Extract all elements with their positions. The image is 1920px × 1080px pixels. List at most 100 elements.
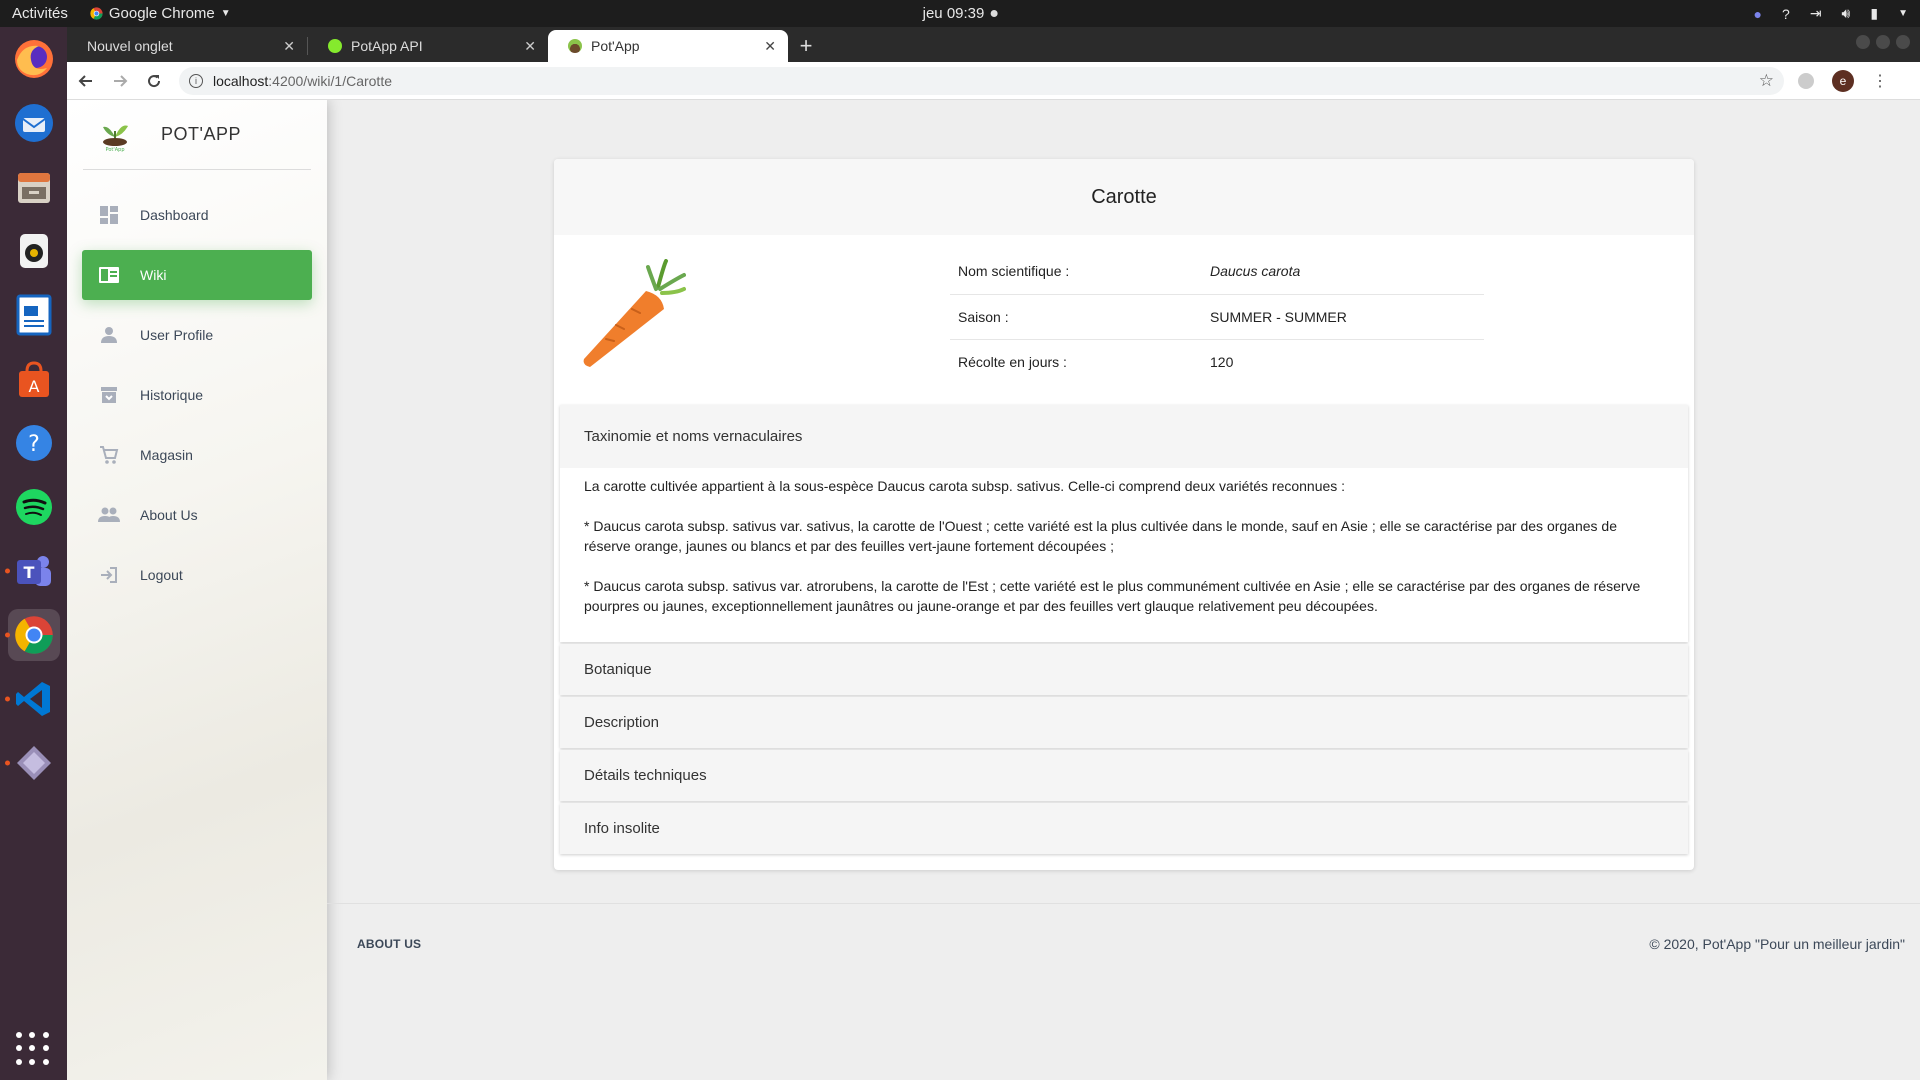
minimize-icon[interactable]	[1856, 35, 1870, 49]
sidebar-item-historique[interactable]: Historique	[82, 370, 312, 420]
thunderbird-icon	[14, 104, 53, 142]
files-launcher[interactable]	[8, 161, 60, 213]
accordion-header-botanique[interactable]: Botanique	[560, 644, 1688, 695]
sidebar-item-label: Logout	[140, 567, 183, 583]
help-circle-icon: ?	[15, 425, 52, 461]
reload-icon	[148, 74, 161, 87]
maximize-icon[interactable]	[1876, 35, 1890, 49]
tab-potapp-api[interactable]: PotApp API ✕	[308, 30, 548, 62]
accordion-header-info-insolite[interactable]: Info insolite	[560, 803, 1688, 854]
close-tab-icon[interactable]: ✕	[283, 38, 295, 55]
accordion-body-taxonomy: La carotte cultivée appartient à la sous…	[560, 468, 1688, 642]
fact-label: Récolte en jours :	[958, 353, 1067, 370]
software-launcher[interactable]: A	[8, 353, 60, 405]
battery-icon[interactable]: ▮	[1870, 5, 1878, 22]
sidebar-item-label: Wiki	[140, 267, 167, 283]
teams-tray-icon[interactable]: ●	[1754, 6, 1762, 22]
vscode-icon	[15, 682, 50, 716]
system-top-bar: Activités Google Chrome ▼ jeu 09:39 ● ? …	[0, 0, 1920, 27]
plant-facts-table: Nom scientifique : Daucus carota Saison …	[950, 249, 1484, 384]
fact-label: Nom scientifique :	[950, 249, 1202, 295]
fact-row: Récolte en jours : 120	[950, 339, 1484, 384]
paragraph: La carotte cultivée appartient à la sous…	[584, 478, 1346, 494]
thunderbird-launcher[interactable]	[8, 97, 60, 149]
spotify-launcher[interactable]	[8, 481, 60, 533]
rhythmbox-launcher[interactable]	[8, 225, 60, 277]
vscode-launcher[interactable]	[4, 673, 60, 725]
close-window-icon[interactable]	[1896, 35, 1910, 49]
sidebar-item-magasin[interactable]: Magasin	[82, 430, 312, 480]
extension-icon[interactable]	[1798, 72, 1814, 89]
notification-dot-icon	[990, 10, 998, 17]
gitkraken-launcher[interactable]	[4, 737, 60, 789]
clock[interactable]: jeu 09:39	[923, 5, 998, 22]
back-button[interactable]	[71, 66, 101, 96]
fact-value-season: SUMMER - SUMMER	[1202, 294, 1484, 340]
tab-potapp[interactable]: Pot'App ✕	[548, 30, 788, 62]
activities-button[interactable]: Activités	[12, 5, 68, 22]
help-launcher[interactable]: ?	[8, 417, 60, 469]
page-viewport: Pot'App POT'APP Dashboard Wiki User Prof…	[67, 100, 1920, 1080]
show-applications-icon[interactable]	[16, 1032, 50, 1066]
chrome-launcher[interactable]	[4, 609, 60, 661]
app-menu-label: Google Chrome	[108, 5, 215, 22]
writer-launcher[interactable]	[8, 289, 60, 341]
accordion-header-taxonomy[interactable]: Taxinomie et noms vernaculaires	[560, 405, 1688, 468]
bookmark-star-icon[interactable]: ☆	[1759, 71, 1774, 91]
paragraph: * Daucus carota subsp. sativus var. atro…	[584, 578, 1641, 614]
sidebar-item-dashboard[interactable]: Dashboard	[82, 190, 312, 240]
site-info-icon[interactable]: i	[189, 73, 203, 88]
tab-nouvel-onglet[interactable]: Nouvel onglet ✕	[67, 30, 307, 62]
profile-avatar[interactable]: e	[1832, 69, 1854, 92]
diamond-tool-icon	[16, 746, 51, 780]
sidebar-item-user-profile[interactable]: User Profile	[82, 310, 312, 360]
file-cabinet-icon	[17, 173, 50, 203]
accordion-header-description[interactable]: Description	[560, 697, 1688, 748]
potapp-logo-icon: Pot'App	[103, 124, 128, 153]
dashboard-icon	[98, 204, 120, 226]
close-tab-icon[interactable]: ✕	[764, 38, 776, 55]
fact-label: Saison :	[950, 294, 1202, 340]
accordion-header-details-techniques[interactable]: Détails techniques	[560, 750, 1688, 801]
archive-icon	[98, 384, 120, 406]
ubuntu-dock: A ? T	[0, 27, 67, 1080]
network-icon[interactable]: ⇥	[1810, 5, 1822, 22]
address-bar[interactable]: i localhost:4200/wiki/1/Carotte ☆	[179, 66, 1784, 95]
accordion-panel-taxonomy: Taxinomie et noms vernaculaires La carot…	[560, 405, 1688, 642]
volume-icon[interactable]: 🔊︎	[1842, 5, 1851, 22]
fact-row: Nom scientifique : Daucus carota	[950, 249, 1484, 295]
app-menu[interactable]: Google Chrome ▼	[90, 5, 231, 22]
person-icon	[98, 324, 120, 346]
sidebar-item-about-us[interactable]: About Us	[82, 490, 312, 540]
carrot-illustration	[583, 259, 686, 367]
forward-button[interactable]	[105, 66, 135, 96]
arrow-left-icon	[78, 74, 92, 87]
footer-about-link[interactable]: ABOUT US	[357, 937, 421, 951]
system-tray[interactable]: ● ? ⇥ 🔊︎ ▮ ▼	[1754, 5, 1908, 22]
sidebar-item-label: Dashboard	[140, 207, 209, 223]
accordion-panel-info-insolite: Info insolite	[560, 803, 1688, 854]
browser-toolbar: i localhost:4200/wiki/1/Carotte ☆ e ⋮	[67, 62, 1920, 100]
document-icon	[16, 294, 51, 336]
accordion-panel-description: Description	[560, 697, 1688, 748]
tab-title: Pot'App	[591, 38, 640, 54]
new-tab-button[interactable]: +	[788, 30, 824, 62]
sidebar-item-wiki[interactable]: Wiki	[82, 250, 312, 300]
tab-title: PotApp API	[351, 38, 423, 54]
firefox-launcher[interactable]	[8, 33, 60, 85]
teams-launcher[interactable]: T	[4, 545, 60, 597]
sidebar-item-label: User Profile	[140, 327, 214, 343]
sidebar-item-logout[interactable]: Logout	[82, 550, 312, 600]
help-icon[interactable]: ?	[1782, 6, 1790, 22]
sidebar-nav: Dashboard Wiki User Profile Historique M…	[67, 190, 327, 600]
browser-tab-strip: Nouvel onglet ✕ PotApp API ✕ Pot'App ✕ +	[67, 27, 1920, 62]
window-controls	[1856, 35, 1910, 49]
more-menu-icon[interactable]: ⋮	[1872, 71, 1888, 91]
fact-row: Saison : SUMMER - SUMMER	[950, 294, 1484, 340]
accordion-panel-details-techniques: Détails techniques	[560, 750, 1688, 801]
reload-button[interactable]	[139, 66, 169, 96]
sidebar-brand[interactable]: Pot'App POT'APP	[83, 100, 311, 170]
system-menu-icon[interactable]: ▼	[1898, 8, 1908, 19]
close-tab-icon[interactable]: ✕	[524, 38, 536, 55]
url-path: :4200/wiki/1/Carotte	[268, 72, 392, 89]
